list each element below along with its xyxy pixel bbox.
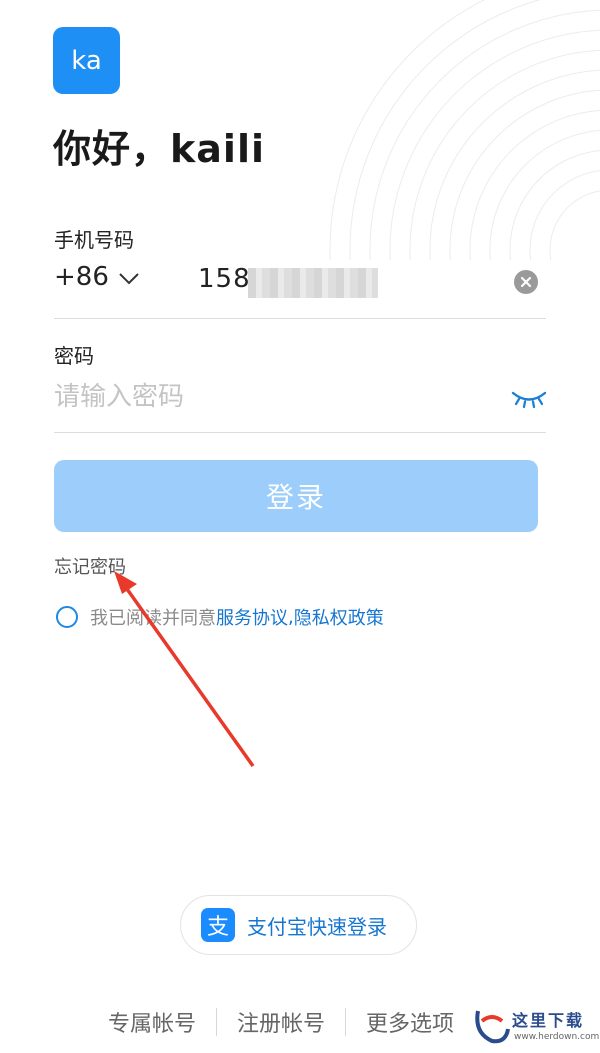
watermark-logo-icon bbox=[475, 1010, 510, 1044]
phone-row: +86 158 bbox=[54, 262, 546, 302]
phone-input[interactable]: 158 bbox=[198, 264, 251, 294]
greeting-title: 你好，kaili bbox=[53, 127, 265, 171]
chevron-down-icon[interactable] bbox=[118, 272, 140, 286]
alipay-login-button[interactable]: 支 支付宝快速登录 bbox=[180, 895, 417, 955]
watermark-text: 这里下载 bbox=[512, 1011, 585, 1030]
phone-label: 手机号码 bbox=[54, 228, 134, 252]
password-input[interactable] bbox=[54, 377, 494, 417]
exclusive-account-link[interactable]: 专属帐号 bbox=[108, 1006, 196, 1038]
alipay-icon: 支 bbox=[201, 908, 235, 942]
eye-closed-icon[interactable] bbox=[510, 384, 548, 410]
password-label: 密码 bbox=[54, 344, 94, 368]
watermark: 这里下载 www.herdown.com bbox=[472, 999, 600, 1053]
bottom-links: 专属帐号 注册帐号 更多选项 bbox=[108, 1006, 454, 1038]
avatar: ka bbox=[53, 27, 120, 94]
background-arc-pattern bbox=[329, 0, 600, 260]
country-code-value: +86 bbox=[54, 262, 109, 292]
phone-number-blur-mask bbox=[248, 268, 378, 298]
more-options-link[interactable]: 更多选项 bbox=[366, 1006, 454, 1038]
link-separator bbox=[345, 1008, 347, 1036]
country-code-selector[interactable]: +86 bbox=[54, 262, 109, 292]
annotation-arrow-icon bbox=[114, 571, 255, 768]
alipay-login-label: 支付宝快速登录 bbox=[247, 914, 387, 939]
divider bbox=[54, 318, 546, 319]
privacy-policy-link[interactable]: 隐私权政策 bbox=[294, 604, 384, 630]
clear-icon[interactable] bbox=[514, 270, 538, 294]
link-separator bbox=[216, 1008, 218, 1036]
watermark-url: www.herdown.com bbox=[514, 1032, 600, 1042]
register-account-link[interactable]: 注册帐号 bbox=[237, 1006, 325, 1038]
agreement-radio[interactable] bbox=[56, 606, 78, 628]
divider bbox=[54, 432, 546, 433]
avatar-text: ka bbox=[71, 45, 102, 76]
login-button[interactable]: 登录 bbox=[54, 460, 538, 532]
